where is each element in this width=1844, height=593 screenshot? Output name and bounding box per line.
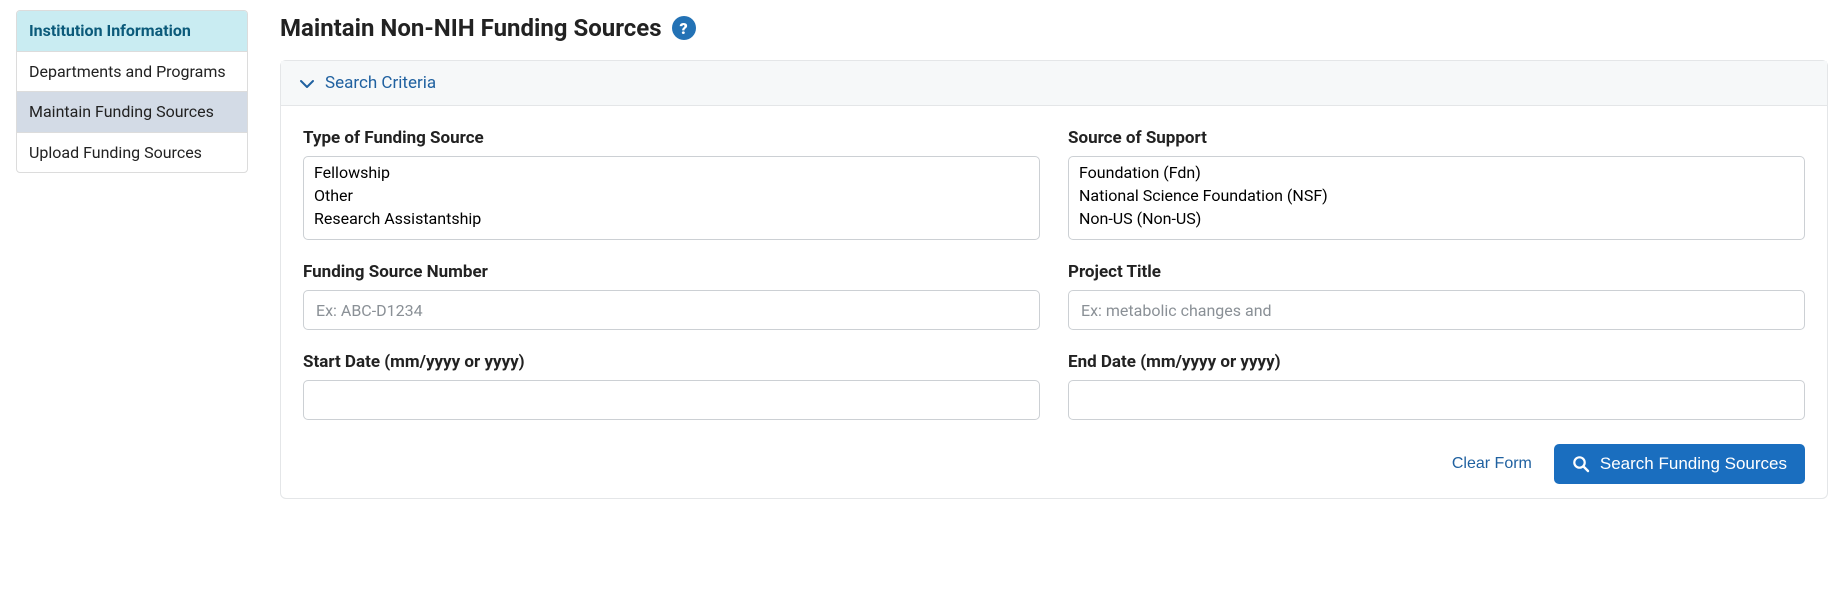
chevron-down-icon xyxy=(299,73,315,93)
search-funding-label: Search Funding Sources xyxy=(1600,454,1787,474)
sidebar-item-maintain-funding[interactable]: Maintain Funding Sources xyxy=(17,92,247,133)
type-option[interactable]: Research Assistantship xyxy=(310,207,1033,230)
type-label: Type of Funding Source xyxy=(303,128,1040,148)
page-title: Maintain Non-NIH Funding Sources xyxy=(280,14,662,42)
sidebar-item-upload-funding[interactable]: Upload Funding Sources xyxy=(17,133,247,173)
end-date-label: End Date (mm/yyyy or yyyy) xyxy=(1068,352,1805,372)
help-icon[interactable]: ? xyxy=(672,16,696,40)
source-option[interactable]: Non-US (Non-US) xyxy=(1075,207,1798,230)
search-panel-body: Type of Funding Source Fellowship Other … xyxy=(281,106,1827,444)
type-select[interactable]: Fellowship Other Research Assistantship xyxy=(303,156,1040,240)
search-panel: Search Criteria Type of Funding Source F… xyxy=(280,60,1828,499)
page-title-row: Maintain Non-NIH Funding Sources ? xyxy=(280,14,1828,42)
sidebar-item-departments[interactable]: Departments and Programs xyxy=(17,52,247,93)
start-date-input[interactable] xyxy=(303,380,1040,420)
search-panel-title: Search Criteria xyxy=(325,73,436,93)
project-title-label: Project Title xyxy=(1068,262,1805,282)
project-title-input[interactable] xyxy=(1068,290,1805,330)
sidebar-list: Institution Information Departments and … xyxy=(16,10,248,173)
sidebar-header[interactable]: Institution Information xyxy=(17,11,247,52)
start-date-label: Start Date (mm/yyyy or yyyy) xyxy=(303,352,1040,372)
search-funding-button[interactable]: Search Funding Sources xyxy=(1554,444,1805,484)
source-label: Source of Support xyxy=(1068,128,1805,148)
search-panel-header[interactable]: Search Criteria xyxy=(281,61,1827,106)
actions-row: Clear Form Search Funding Sources xyxy=(281,444,1827,498)
type-option[interactable]: Other xyxy=(310,184,1033,207)
main: Maintain Non-NIH Funding Sources ? Searc… xyxy=(280,10,1828,499)
end-date-input[interactable] xyxy=(1068,380,1805,420)
source-option[interactable]: National Science Foundation (NSF) xyxy=(1075,184,1798,207)
number-label: Funding Source Number xyxy=(303,262,1040,282)
source-select[interactable]: Foundation (Fdn) National Science Founda… xyxy=(1068,156,1805,240)
sidebar: Institution Information Departments and … xyxy=(16,10,248,499)
search-icon xyxy=(1572,455,1590,473)
type-option[interactable]: Fellowship xyxy=(310,161,1033,184)
number-input[interactable] xyxy=(303,290,1040,330)
source-option[interactable]: Foundation (Fdn) xyxy=(1075,161,1798,184)
clear-form-button[interactable]: Clear Form xyxy=(1452,455,1532,473)
